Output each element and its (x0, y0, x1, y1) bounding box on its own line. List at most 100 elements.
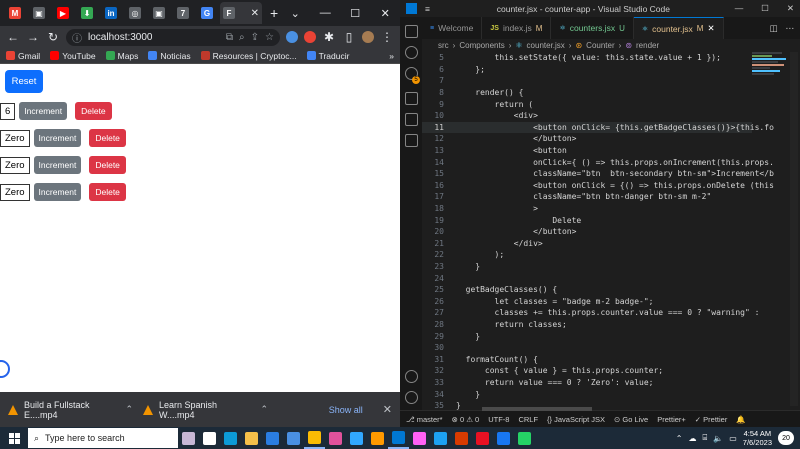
star-icon[interactable]: ☆ (265, 32, 274, 43)
network-icon[interactable]: ⌸ (702, 433, 707, 443)
close-icon[interactable]: ✕ (787, 3, 794, 14)
taskbar-app[interactable] (346, 427, 367, 449)
minimize-icon[interactable]: — (310, 0, 340, 26)
remote-icon[interactable] (404, 134, 418, 147)
reset-button[interactable]: Reset (5, 70, 43, 93)
bookmark-maps[interactable]: Maps (105, 51, 138, 61)
forward-icon[interactable]: → (26, 30, 40, 44)
bookmark-resources[interactable]: Resources | Cryptoc... (200, 51, 297, 61)
tab-gmail[interactable]: M (4, 2, 26, 24)
code-editor[interactable]: 5 this.setState({ value: this.state.valu… (422, 52, 774, 410)
breadcrumb-item[interactable]: src (438, 41, 449, 50)
close-icon[interactable]: ✕ (370, 0, 400, 26)
taskbar-app[interactable] (430, 427, 451, 449)
menu-icon[interactable]: ≡ (425, 4, 430, 14)
tab-active[interactable]: F ✕ (220, 2, 262, 24)
taskbar-app[interactable] (325, 427, 346, 449)
taskbar-app[interactable] (514, 427, 535, 449)
increment-button[interactable]: Increment (19, 102, 68, 120)
back-icon[interactable]: ← (6, 30, 20, 44)
taskbar-app[interactable] (451, 427, 472, 449)
clock[interactable]: 4:54 AM 7/6/2023 (743, 429, 772, 447)
chevron-up-icon[interactable]: ⌃ (676, 434, 683, 443)
share-icon[interactable]: ⇪ (251, 32, 259, 43)
search-icon[interactable] (404, 46, 418, 59)
extensions-icon[interactable] (404, 113, 418, 126)
taskbar-app[interactable] (178, 427, 199, 449)
extension-red-icon[interactable] (304, 31, 316, 43)
tab-page-2[interactable]: ▣ (148, 2, 170, 24)
tab-linkedin[interactable]: in (100, 2, 122, 24)
delete-button[interactable]: Delete (89, 129, 126, 147)
notification-badge[interactable]: 20 (778, 431, 794, 445)
bookmarks-more-icon[interactable]: » (389, 51, 394, 61)
breadcrumb-item[interactable]: Counter (586, 41, 614, 50)
tab-index-js[interactable]: JS index.js M (482, 17, 552, 39)
tab-welcome[interactable]: ≡ Welcome (422, 17, 483, 39)
golive-status[interactable]: ⊙ Go Live (614, 415, 648, 424)
bell-icon[interactable]: 🔔 (736, 415, 745, 424)
breadcrumb-item[interactable]: render (636, 41, 659, 50)
start-button[interactable] (0, 427, 28, 449)
increment-button[interactable]: Increment (33, 156, 82, 174)
branch-status[interactable]: ⎇ master* (406, 415, 443, 424)
taskbar-app[interactable] (493, 427, 514, 449)
tab-google[interactable]: G (196, 2, 218, 24)
delete-button[interactable]: Delete (75, 102, 112, 120)
breadcrumb-item[interactable]: counter.jsx (527, 41, 565, 50)
new-tab-button[interactable]: + (270, 5, 278, 21)
taskbar-app[interactable] (241, 427, 262, 449)
taskbar-app[interactable] (409, 427, 430, 449)
tab-counter-jsx[interactable]: ⚛ counter.jsx M ✕ (633, 17, 724, 39)
run-debug-icon[interactable] (404, 92, 418, 105)
open-external-icon[interactable]: ⧉ (226, 32, 233, 43)
taskbar-app[interactable] (283, 427, 304, 449)
maximize-icon[interactable]: ☐ (340, 0, 370, 26)
explorer-icon[interactable] (404, 25, 418, 38)
minimap[interactable] (752, 52, 790, 112)
maximize-icon[interactable]: ☐ (761, 3, 769, 14)
chevron-down-icon[interactable]: ⌄ (280, 0, 310, 26)
encoding-status[interactable]: UTF-8 (488, 415, 509, 424)
taskbar-app[interactable] (220, 427, 241, 449)
zoom-icon[interactable]: ⌕ (239, 32, 245, 43)
delete-button[interactable]: Delete (89, 156, 126, 174)
address-bar[interactable]: ⓘ localhost:3000 ⧉ ⌕ ⇪ ☆ (66, 28, 280, 46)
vertical-scrollbar[interactable] (790, 52, 798, 406)
breadcrumb-item[interactable]: Components (459, 41, 504, 50)
bookmark-gmail[interactable]: Gmail (6, 51, 40, 61)
more-actions-icon[interactable]: ⋯ (786, 23, 795, 34)
bookmark-youtube[interactable]: YouTube (50, 51, 96, 61)
taskbar-app[interactable] (367, 427, 388, 449)
show-all-button[interactable]: Show all (329, 405, 363, 415)
tab-slash[interactable]: 7 (172, 2, 194, 24)
taskbar-app[interactable] (472, 427, 493, 449)
horizontal-scrollbar[interactable] (482, 407, 592, 411)
close-icon[interactable]: ✕ (383, 403, 392, 416)
volume-icon[interactable]: 🔈 (713, 434, 723, 443)
increment-button[interactable]: Increment (33, 183, 82, 201)
puzzle-icon[interactable]: ✱ (322, 30, 336, 44)
reload-icon[interactable]: ↻ (46, 30, 60, 44)
extension-icon[interactable] (286, 31, 298, 43)
menu-icon[interactable]: ⋮ (380, 30, 394, 44)
gear-icon[interactable] (404, 391, 418, 404)
problems-status[interactable]: ⊗ 0 ⚠ 0 (452, 415, 480, 424)
bookmark-noticias[interactable]: Noticias (148, 51, 191, 61)
prettier-status[interactable]: ✓ Prettier (695, 415, 728, 424)
tab-counters-jsx[interactable]: ⚛ counters.jsx U (551, 17, 634, 39)
tab-page[interactable]: ▣ (28, 2, 50, 24)
battery-icon[interactable]: ▭ (729, 434, 737, 443)
bookmark-traducir[interactable]: Traducir (306, 51, 349, 61)
tab-globe[interactable]: ◎ (124, 2, 146, 24)
eol-status[interactable]: CRLF (518, 415, 538, 424)
delete-button[interactable]: Delete (89, 183, 126, 201)
taskbar-search[interactable]: ⌕ Type here to search (28, 428, 178, 448)
taskbar-app[interactable] (304, 427, 325, 449)
tab-download[interactable]: ⬇ (76, 2, 98, 24)
avatar[interactable] (362, 31, 374, 43)
tab-close-icon[interactable]: ✕ (707, 23, 714, 34)
minimize-icon[interactable]: — (735, 3, 744, 14)
info-icon[interactable]: ⓘ (72, 30, 82, 45)
taskbar-app[interactable] (262, 427, 283, 449)
